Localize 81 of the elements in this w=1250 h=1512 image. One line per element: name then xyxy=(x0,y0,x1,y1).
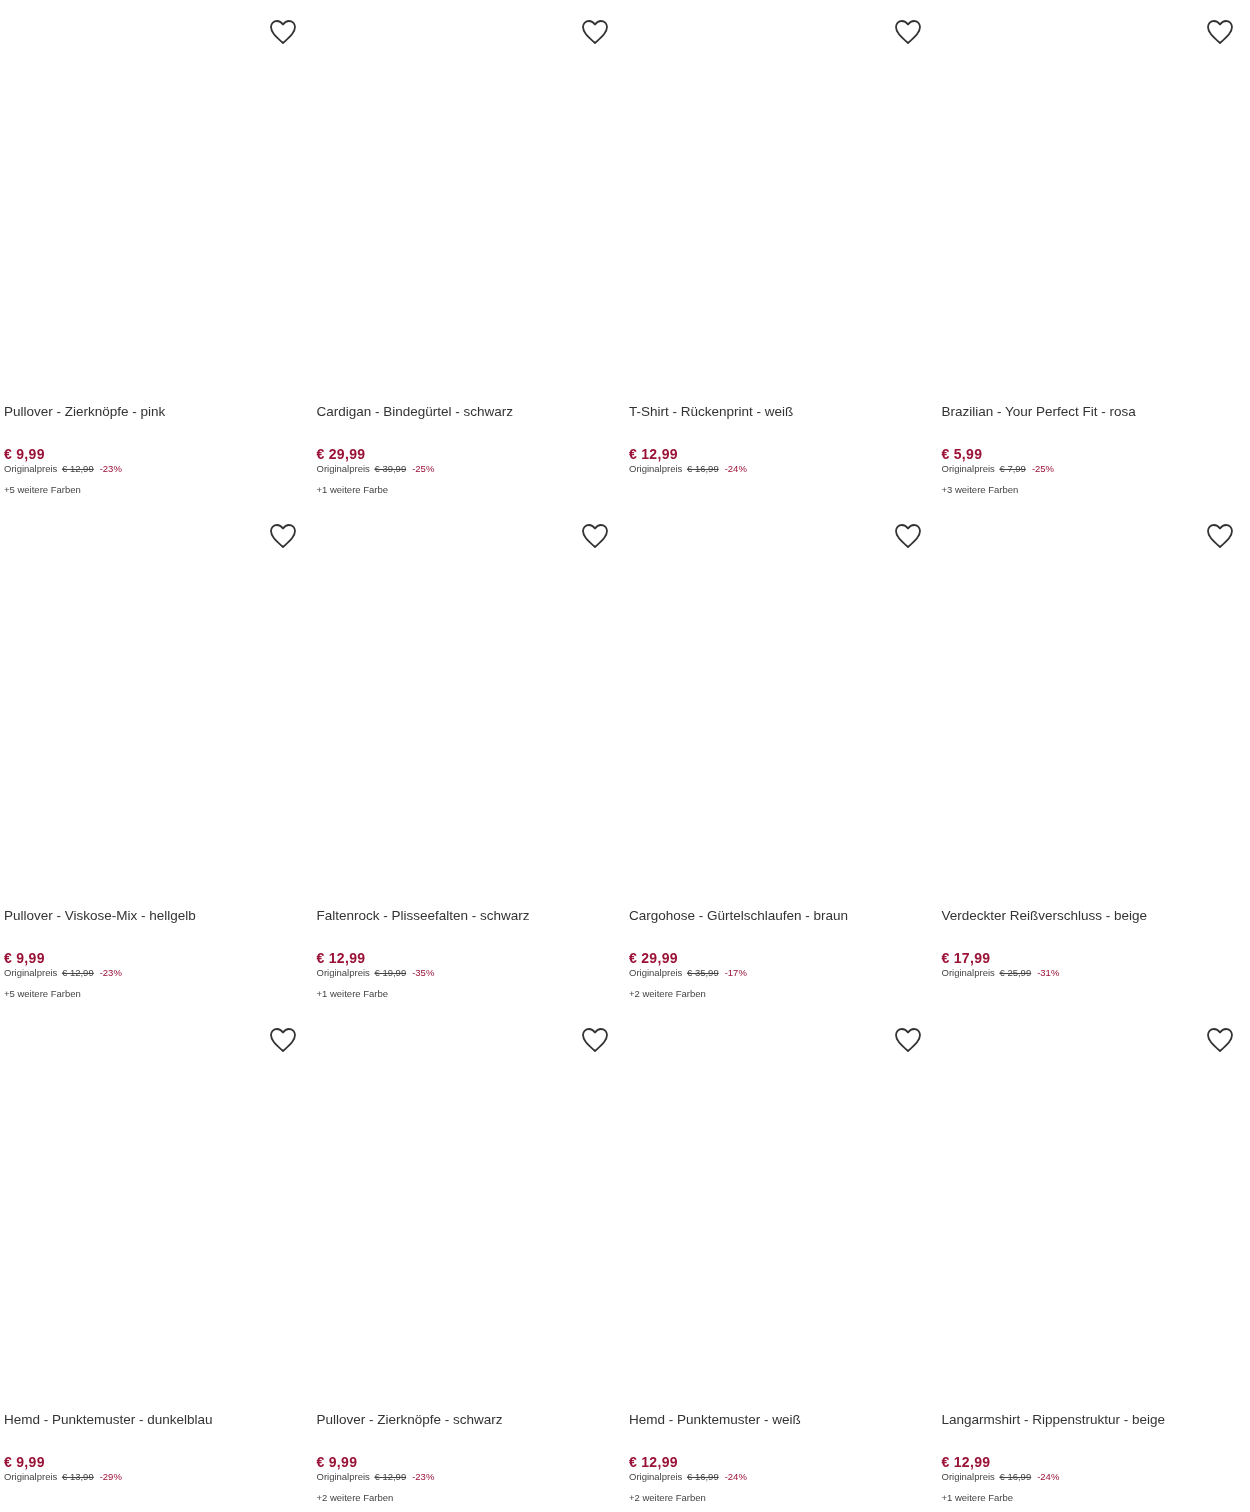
discount: -23% xyxy=(99,967,122,978)
product-title[interactable]: Hemd - Punktemuster - weiß xyxy=(629,1410,938,1430)
original-price: € 16,99 xyxy=(686,463,719,474)
original-price-label: Originalpreis xyxy=(316,967,370,978)
original-price: € 13,99 xyxy=(61,1471,94,1482)
original-price: € 16,99 xyxy=(999,1471,1032,1482)
price: € 12,99 xyxy=(941,1453,992,1471)
discount: -25% xyxy=(1031,463,1055,474)
product-title[interactable]: Faltenrock - Plisseefalten - schwarz xyxy=(316,906,625,926)
price: € 17,99 xyxy=(941,949,992,967)
price: € 29,99 xyxy=(629,949,679,967)
more-colors-link[interactable]: +5 weitere Farben xyxy=(4,988,313,1000)
heart-icon[interactable] xyxy=(893,19,922,45)
product-title[interactable]: Pullover - Zierknöpfe - schwarz xyxy=(316,1410,625,1430)
heart-icon[interactable] xyxy=(1206,523,1234,549)
discount: -24% xyxy=(1037,1471,1060,1482)
heart-icon[interactable] xyxy=(581,1027,609,1053)
price: € 9,99 xyxy=(316,1453,359,1471)
more-colors-link[interactable]: +1 weitere Farbe xyxy=(941,1492,1250,1504)
original-price: € 16,99 xyxy=(686,1471,719,1482)
original-price-label: Originalpreis xyxy=(4,463,58,474)
discount: -31% xyxy=(1037,967,1060,978)
product-title[interactable]: Brazilian - Your Perfect Fit - rosa xyxy=(941,402,1250,422)
heart-icon[interactable] xyxy=(268,19,297,45)
original-price: € 12,99 xyxy=(374,1471,407,1482)
heart-icon[interactable] xyxy=(893,523,922,549)
more-colors-link[interactable]: +2 weitere Farben xyxy=(316,1492,625,1504)
original-price-label: Originalpreis xyxy=(941,967,995,978)
product-title[interactable]: Hemd - Punktemuster - dunkelblau xyxy=(4,1410,313,1430)
original-price-label: Originalpreis xyxy=(629,967,683,978)
original-price-label: Originalpreis xyxy=(316,1471,370,1482)
original-price-label: Originalpreis xyxy=(4,967,58,978)
price: € 9,99 xyxy=(4,445,46,463)
price: € 12,99 xyxy=(316,949,367,967)
price: € 9,99 xyxy=(4,949,46,967)
heart-icon[interactable] xyxy=(893,1027,922,1053)
original-price-label: Originalpreis xyxy=(629,463,683,474)
price: € 5,99 xyxy=(941,445,984,463)
more-colors-link[interactable]: +5 weitere Farben xyxy=(4,484,313,496)
heart-icon[interactable] xyxy=(581,19,609,45)
original-price: € 25,99 xyxy=(999,967,1032,978)
product-title[interactable]: Pullover - Zierknöpfe - pink xyxy=(4,402,313,422)
original-price-label: Originalpreis xyxy=(4,1471,58,1482)
more-colors-link[interactable]: +2 weitere Farben xyxy=(629,988,938,1000)
discount: -25% xyxy=(412,463,435,474)
more-colors-link[interactable]: +3 weitere Farben xyxy=(941,484,1250,496)
discount: -35% xyxy=(412,967,435,978)
original-price-label: Originalpreis xyxy=(629,1471,683,1482)
discount: -24% xyxy=(724,1471,747,1482)
heart-icon[interactable] xyxy=(1206,19,1234,45)
discount: -17% xyxy=(724,967,747,978)
heart-icon[interactable] xyxy=(268,1027,297,1053)
product-title[interactable]: T-Shirt - Rückenprint - weiß xyxy=(629,402,938,422)
original-price: € 7,99 xyxy=(999,463,1026,474)
heart-icon[interactable] xyxy=(268,523,297,549)
discount: -23% xyxy=(99,463,122,474)
original-price-label: Originalpreis xyxy=(941,463,995,474)
more-colors-link[interactable]: +2 weitere Farben xyxy=(629,1492,938,1504)
discount: -23% xyxy=(412,1471,435,1482)
product-title[interactable]: Pullover - Viskose-Mix - hellgelb xyxy=(4,906,313,926)
original-price: € 19,99 xyxy=(374,967,407,978)
heart-icon[interactable] xyxy=(581,523,609,549)
original-price: € 12,99 xyxy=(61,967,94,978)
heart-icon[interactable] xyxy=(1206,1027,1234,1053)
original-price-label: Originalpreis xyxy=(941,1471,995,1482)
original-price: € 35,99 xyxy=(686,967,719,978)
product-title[interactable]: Langarmshirt - Rippenstruktur - beige xyxy=(941,1410,1250,1430)
discount: -24% xyxy=(724,463,747,474)
original-price: € 39,99 xyxy=(374,463,407,474)
original-price-label: Originalpreis xyxy=(316,463,370,474)
price: € 29,99 xyxy=(316,445,367,463)
product-title[interactable]: Cargohose - Gürtelschlaufen - braun xyxy=(629,906,938,926)
product-title[interactable]: Verdeckter Reißverschluss - beige xyxy=(941,906,1250,926)
more-colors-link[interactable]: +1 weitere Farbe xyxy=(316,988,625,1000)
price: € 9,99 xyxy=(4,1453,46,1471)
price: € 12,99 xyxy=(629,1453,679,1471)
discount: -29% xyxy=(99,1471,122,1482)
price: € 12,99 xyxy=(629,445,679,463)
product-title[interactable]: Cardigan - Bindegürtel - schwarz xyxy=(316,402,625,422)
more-colors-link[interactable]: +1 weitere Farbe xyxy=(316,484,625,496)
original-price: € 12,99 xyxy=(61,463,94,474)
